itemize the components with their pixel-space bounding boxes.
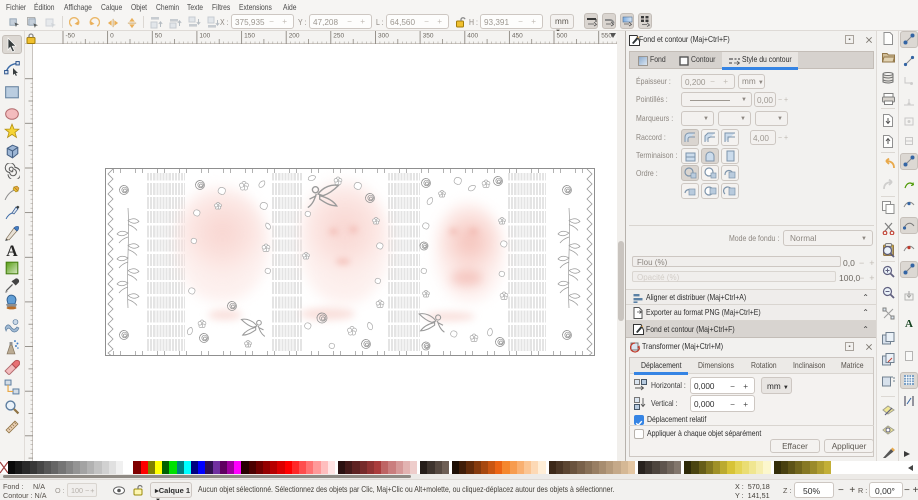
svg-text:150: 150 xyxy=(244,33,255,40)
svg-text:0: 0 xyxy=(110,33,114,40)
svg-text:50: 50 xyxy=(155,33,163,40)
svg-text:500: 500 xyxy=(557,33,568,40)
svg-text:100: 100 xyxy=(199,33,210,40)
svg-text:A: A xyxy=(905,318,913,329)
svg-text:A: A xyxy=(6,243,18,258)
svg-text:400: 400 xyxy=(467,33,478,40)
svg-text:-50: -50 xyxy=(66,33,76,40)
svg-text:300: 300 xyxy=(378,33,389,40)
svg-text:350: 350 xyxy=(423,33,434,40)
svg-text:200: 200 xyxy=(289,33,300,40)
svg-text:450: 450 xyxy=(512,33,523,40)
svg-text:250: 250 xyxy=(333,33,344,40)
